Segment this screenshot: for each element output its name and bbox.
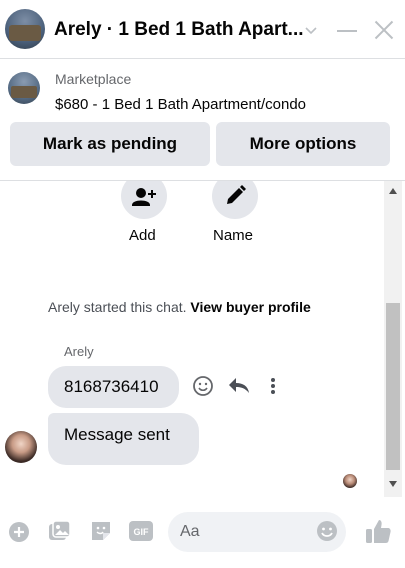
more-vertical-icon[interactable] xyxy=(270,377,276,400)
emoji-icon[interactable] xyxy=(316,520,338,547)
svg-text:GIF: GIF xyxy=(134,527,150,537)
reply-icon[interactable] xyxy=(228,377,250,400)
photo-icon[interactable] xyxy=(48,520,72,547)
listing-card: Marketplace $680 - 1 Bed 1 Bath Apartmen… xyxy=(0,59,405,181)
add-person-button[interactable] xyxy=(121,181,167,219)
sticker-icon[interactable] xyxy=(89,519,113,548)
seen-indicator-avatar xyxy=(343,474,357,488)
chevron-down-icon[interactable] xyxy=(305,22,317,35)
pencil-icon xyxy=(227,185,246,204)
listing-title[interactable]: $680 - 1 Bed 1 Bath Apartment/condo xyxy=(55,96,306,113)
listing-thumbnail[interactable] xyxy=(8,72,40,104)
name-label: Name xyxy=(213,227,254,244)
scroll-down-arrow-icon[interactable] xyxy=(389,481,397,487)
chat-started-text: Arely started this chat. xyxy=(48,299,191,315)
listing-source: Marketplace xyxy=(55,71,132,87)
smiley-react-icon[interactable] xyxy=(192,375,214,402)
edit-name-button[interactable] xyxy=(212,181,258,219)
sender-avatar[interactable] xyxy=(5,431,37,463)
sender-name: Arely xyxy=(64,344,94,359)
message-composer: GIF Aa xyxy=(0,499,405,568)
add-person-icon xyxy=(132,188,156,206)
add-label: Add xyxy=(129,227,156,244)
mark-as-pending-button[interactable]: Mark as pending xyxy=(10,122,210,166)
plus-circle-icon[interactable] xyxy=(8,521,30,548)
close-icon[interactable] xyxy=(373,19,395,41)
message-input[interactable]: Aa xyxy=(168,512,346,552)
scroll-up-arrow-icon[interactable] xyxy=(389,188,397,194)
messages-area: Add Name Arely started this chat. View b… xyxy=(0,181,405,499)
listing-avatar[interactable] xyxy=(5,9,45,49)
message-input-placeholder: Aa xyxy=(180,523,200,540)
message-bubble[interactable]: Message sent xyxy=(48,413,199,465)
chat-title[interactable]: Arely · 1 Bed 1 Bath Apart... xyxy=(54,19,304,41)
more-options-button[interactable]: More options xyxy=(216,122,390,166)
message-bubble[interactable]: 8168736410 xyxy=(48,366,179,408)
view-buyer-profile-link[interactable]: View buyer profile xyxy=(190,299,310,315)
chat-started-notice: Arely started this chat. View buyer prof… xyxy=(48,299,311,315)
messenger-chat-window: Arely · 1 Bed 1 Bath Apart... Marketplac… xyxy=(0,0,405,568)
scrollbar-thumb[interactable] xyxy=(386,303,400,470)
thumbs-up-icon[interactable] xyxy=(364,517,392,550)
gif-icon[interactable]: GIF xyxy=(128,519,154,548)
chat-header: Arely · 1 Bed 1 Bath Apart... xyxy=(0,0,405,59)
minimize-icon[interactable] xyxy=(337,30,357,32)
